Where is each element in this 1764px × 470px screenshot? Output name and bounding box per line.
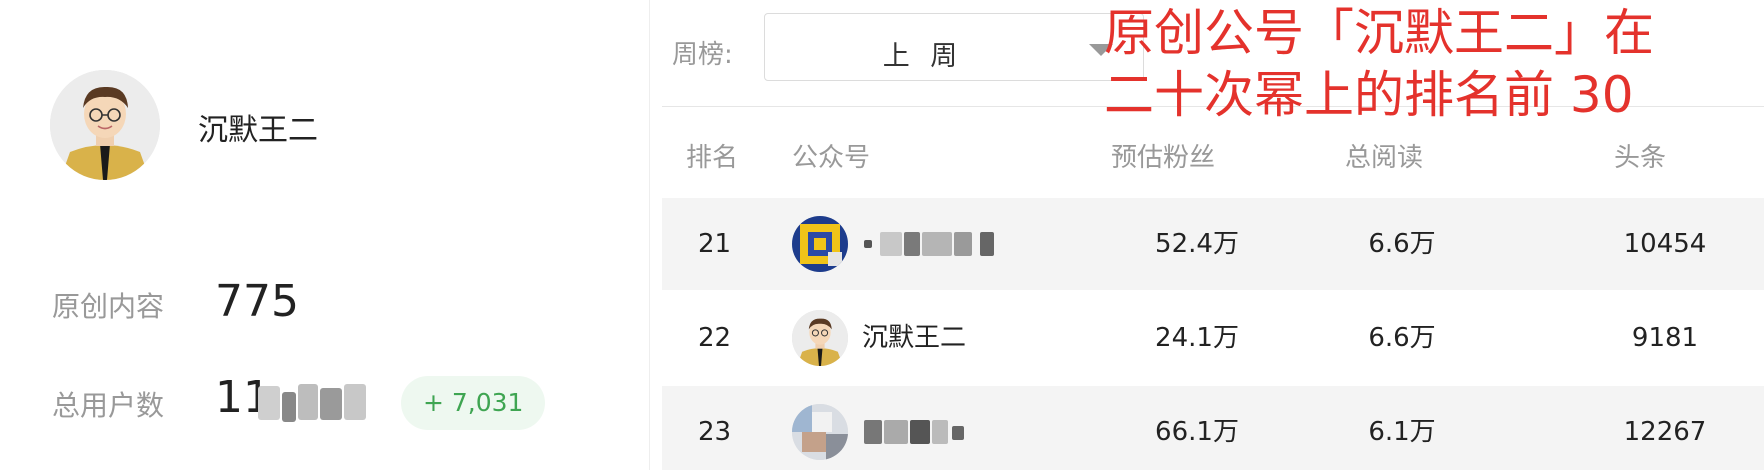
reads-cell: 6.1万 bbox=[1368, 417, 1436, 447]
account-avatar bbox=[792, 216, 848, 272]
account-name: 沉默王二 bbox=[862, 323, 967, 353]
column-header-fans: 预估粉丝 bbox=[1111, 143, 1216, 173]
table-row[interactable]: 22 沉默王二 24.1万 6.6万 9181 bbox=[662, 292, 1764, 384]
table-row[interactable]: 21 52.4万 6.6万 10454 bbox=[662, 198, 1764, 290]
profile-panel: 沉默王二 原创内容 775 总用户数 11 + 7,031 bbox=[0, 0, 650, 470]
ranking-annotation: 原创公号「沉默王二」在 二十次幂上的排名前 30 bbox=[1104, 2, 1724, 126]
reads-cell: 6.6万 bbox=[1368, 229, 1436, 259]
total-users-label: 总用户数 bbox=[52, 389, 165, 422]
column-header-rank: 排名 bbox=[686, 143, 739, 173]
table-row[interactable]: 23 66.1万 6.1万 12267 bbox=[662, 386, 1764, 470]
cartoon-avatar-icon bbox=[792, 310, 848, 366]
week-select-value: 上 周 bbox=[882, 41, 964, 72]
rank-cell: 21 bbox=[697, 229, 732, 259]
rank-cell: 22 bbox=[697, 323, 732, 353]
week-select[interactable]: 上 周 bbox=[764, 13, 1144, 81]
headline-cell: 12267 bbox=[1623, 417, 1707, 447]
annotation-line-2: 二十次幂上的排名前 30 bbox=[1104, 66, 1634, 124]
pixelated-avatar-icon bbox=[792, 216, 848, 272]
headline-cell: 10454 bbox=[1623, 229, 1707, 259]
original-content-label: 原创内容 bbox=[52, 290, 165, 323]
profile-name: 沉默王二 bbox=[198, 113, 318, 148]
original-content-value: 775 bbox=[215, 276, 299, 327]
column-header-account: 公众号 bbox=[792, 143, 871, 173]
weekly-rank-label: 周榜: bbox=[672, 40, 733, 70]
profile-avatar bbox=[50, 70, 160, 180]
users-growth-badge: + 7,031 bbox=[401, 376, 546, 430]
account-avatar bbox=[792, 404, 848, 460]
headline-cell: 9181 bbox=[1631, 323, 1699, 353]
column-header-reads: 总阅读 bbox=[1345, 143, 1424, 173]
annotation-line-1: 原创公号「沉默王二」在 bbox=[1104, 4, 1654, 62]
column-header-headline: 头条 bbox=[1614, 143, 1667, 173]
account-avatar bbox=[792, 310, 848, 366]
pixelated-avatar-icon bbox=[792, 404, 848, 460]
reads-cell: 6.6万 bbox=[1368, 323, 1436, 353]
rank-cell: 23 bbox=[697, 417, 732, 447]
cartoon-avatar-icon bbox=[50, 70, 160, 180]
